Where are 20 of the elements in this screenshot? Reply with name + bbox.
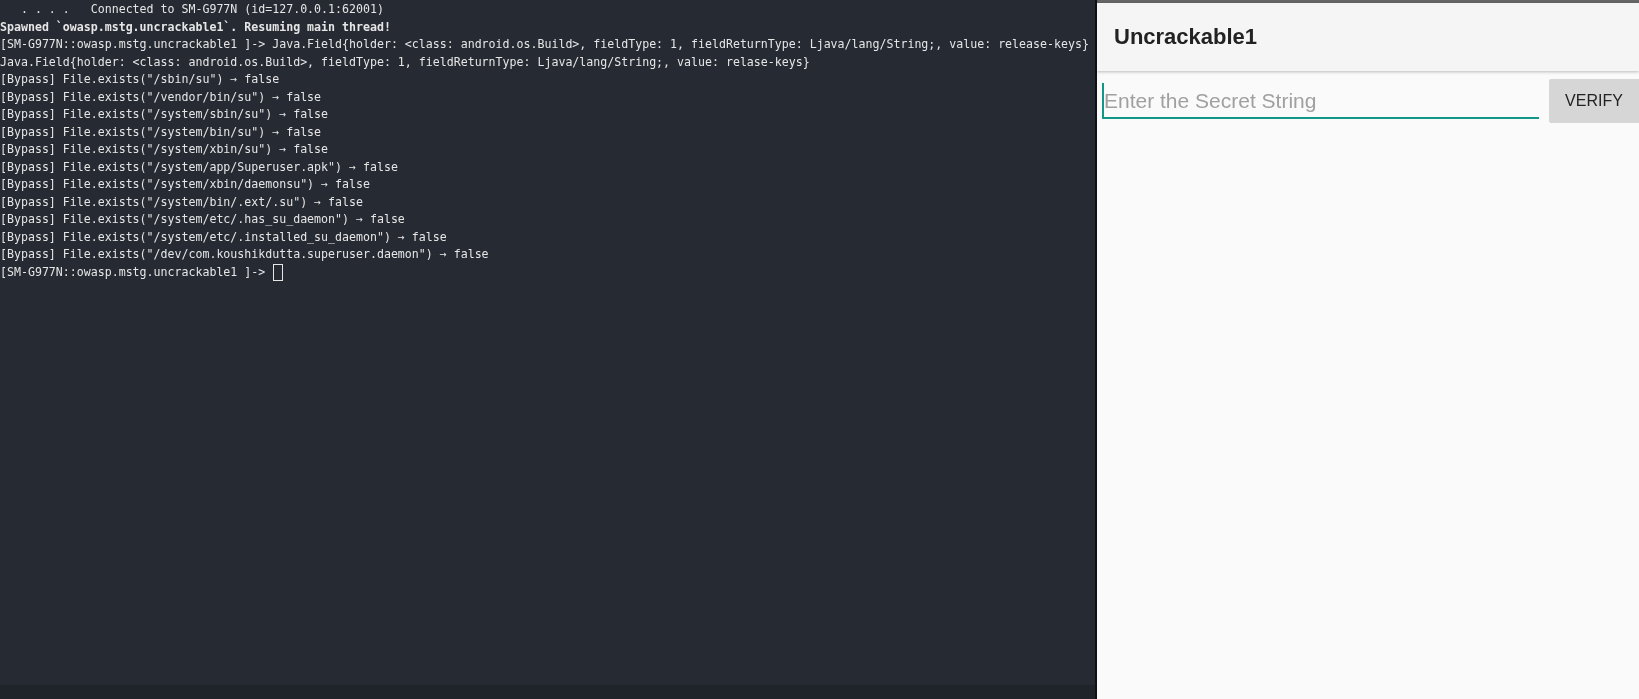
terminal-line: [Bypass] File.exists("/system/sbin/su") → false	[0, 106, 330, 123]
terminal-line: [Bypass] File.exists("/system/bin/.ext/.su") → false	[0, 193, 364, 211]
verify-button[interactable]: VERIFY	[1549, 79, 1639, 123]
text-cursor	[273, 263, 284, 281]
terminal-line: [Bypass] File.exists("/system/etc/.has_su_daemon") → false	[0, 211, 406, 228]
terminal-line: [Bypass] File.exists("/system/app/Superuser.apk") → false	[0, 158, 399, 176]
terminal-line: [Bypass] File.exists("/system/xbin/daemonsu") → false	[0, 176, 371, 193]
terminal-prompt: [SM-G977N::owasp.mstg.uncrackable1 ]->	[0, 263, 266, 281]
terminal-line: [Bypass] File.exists("/system/xbin/su") → false	[0, 141, 330, 158]
terminal-line: [Bypass] File.exists("/system/bin/su") → false	[0, 123, 323, 141]
terminal-line: [SM-G977N::owasp.mstg.uncrackable1 ]-> Java.Field{holder: <class: android.os.Build>, fieldType: 1, fieldReturnType: Ljava/lang/String;, value: release-keys}	[0, 36, 1090, 53]
terminal-line: [Bypass] File.exists("/system/etc/.installed_su_daemon") → false	[0, 228, 448, 246]
terminal-line: [Bypass] File.exists("/vendor/bin/su") → false	[0, 88, 323, 106]
terminal-line: [Bypass] File.exists("/dev/com.koushikdutta.superuser.daemon") → false	[0, 246, 490, 263]
secret-input-field[interactable]: Enter the Secret String	[1102, 83, 1539, 119]
app-title: Uncrackable1	[1114, 24, 1258, 50]
terminal-line: Spawned `owasp.mstg.uncrackable1`. Resuming main thread!	[0, 18, 392, 36]
terminal-line: Java.Field{holder: <class: android.os.Build>, fieldType: 1, fieldReturnType: Ljava/lang/String;, value: relase-keys}	[0, 53, 811, 71]
terminal-line: . . . . Connected to SM-G977N (id=127.0.0.1:62001)	[19, 1, 385, 18]
terminal-line: [Bypass] File.exists("/sbin/su") → false	[0, 71, 281, 88]
